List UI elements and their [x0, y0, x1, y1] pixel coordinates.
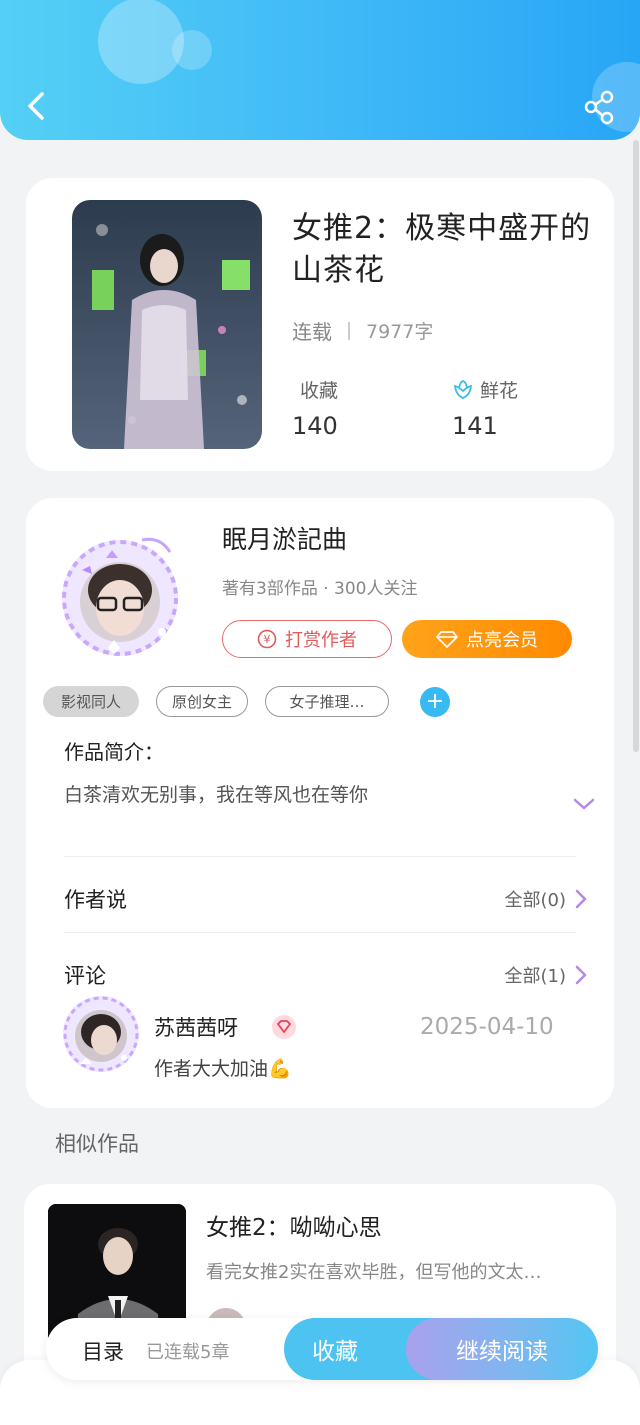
comments-all-link[interactable]: 全部(1)	[505, 962, 589, 988]
svg-text:¥: ¥	[264, 633, 271, 646]
author-says-all-label: 全部(0)	[504, 890, 567, 911]
author-card: 眠月淤記曲 著有3部作品 · 300人关注 ¥ 打赏作者 点亮会员 影视同人 原…	[26, 498, 614, 1108]
divider	[64, 856, 576, 857]
book-title: 女推2：极寒中盛开的山茶花	[292, 211, 592, 288]
tag-chip[interactable]: 原创女主	[156, 686, 248, 717]
flower-icon	[453, 379, 473, 399]
scrollbar[interactable]	[633, 140, 639, 752]
similar-works-label: 相似作品	[55, 1132, 139, 1156]
similar-work-title[interactable]: 女推2：呦呦心思	[206, 1208, 382, 1242]
similar-work-desc: 看完女推2实在喜欢毕胜，但写他的文太…	[206, 1262, 542, 1283]
vip-badge-icon	[270, 1014, 298, 1040]
add-tag-button[interactable]: +	[420, 687, 450, 717]
vip-button[interactable]: 点亮会员	[402, 620, 572, 658]
chevron-right-icon	[575, 889, 587, 909]
author-name[interactable]: 眠月淤記曲	[222, 520, 347, 556]
chevron-right-icon	[575, 965, 587, 985]
book-cover-image[interactable]	[72, 200, 262, 449]
book-status-line: 连载 7977字	[292, 316, 433, 345]
serial-status: 连载	[292, 320, 332, 344]
comments-all-label: 全部(1)	[504, 966, 567, 987]
toc-button[interactable]: 目录	[82, 1336, 124, 1366]
tag-chip[interactable]: 影视同人	[43, 686, 139, 717]
share-button[interactable]	[580, 88, 620, 128]
chevron-left-icon	[28, 92, 44, 120]
author-says-all-link[interactable]: 全部(0)	[505, 886, 589, 912]
reward-label: 打赏作者	[285, 630, 357, 651]
back-button[interactable]	[18, 86, 58, 126]
plus-icon: +	[425, 689, 445, 714]
word-count: 7977字	[366, 321, 434, 343]
divider	[64, 932, 576, 933]
comment-text: 作者大大加油💪	[154, 1058, 292, 1080]
diamond-icon	[436, 631, 458, 648]
flowers-stat[interactable]: 鲜花	[452, 376, 518, 403]
vip-label: 点亮会员	[466, 630, 538, 651]
commenter-name[interactable]: 苏茜茜呀	[154, 1012, 238, 1042]
commenter-avatar[interactable]	[58, 986, 144, 1078]
chapter-count: 已连载5章	[146, 1342, 230, 1363]
intro-text: 白茶清欢无别事，我在等风也在等你	[64, 784, 369, 806]
yen-coin-icon: ¥	[257, 629, 277, 649]
continue-reading-button[interactable]: 继续阅读	[406, 1318, 598, 1380]
share-icon	[584, 90, 614, 125]
author-says-label: 作者说	[64, 888, 127, 912]
header-bubble	[98, 0, 184, 84]
author-avatar[interactable]	[56, 520, 190, 662]
book-info-card: 女推2：极寒中盛开的山茶花 连载 7977字 收藏 140 鲜花 141	[26, 178, 614, 471]
intro-label: 作品简介：	[64, 740, 164, 764]
bottom-action-bar: 目录 已连载5章 收藏 继续阅读	[46, 1318, 598, 1380]
divider	[348, 321, 350, 340]
chevron-down-icon[interactable]	[571, 794, 597, 814]
author-meta: 著有3部作品 · 300人关注	[222, 579, 418, 599]
tag-chip[interactable]: 女子推理…	[265, 686, 389, 717]
flowers-label: 鲜花	[480, 380, 519, 402]
comment-date: 2025-04-10	[420, 1014, 554, 1040]
favorites-label: 收藏	[300, 380, 339, 402]
top-header	[0, 0, 640, 140]
favorites-count: 140	[292, 412, 338, 440]
header-bubble	[172, 30, 212, 70]
flowers-count: 141	[452, 412, 498, 440]
reward-author-button[interactable]: ¥ 打赏作者	[222, 620, 392, 658]
